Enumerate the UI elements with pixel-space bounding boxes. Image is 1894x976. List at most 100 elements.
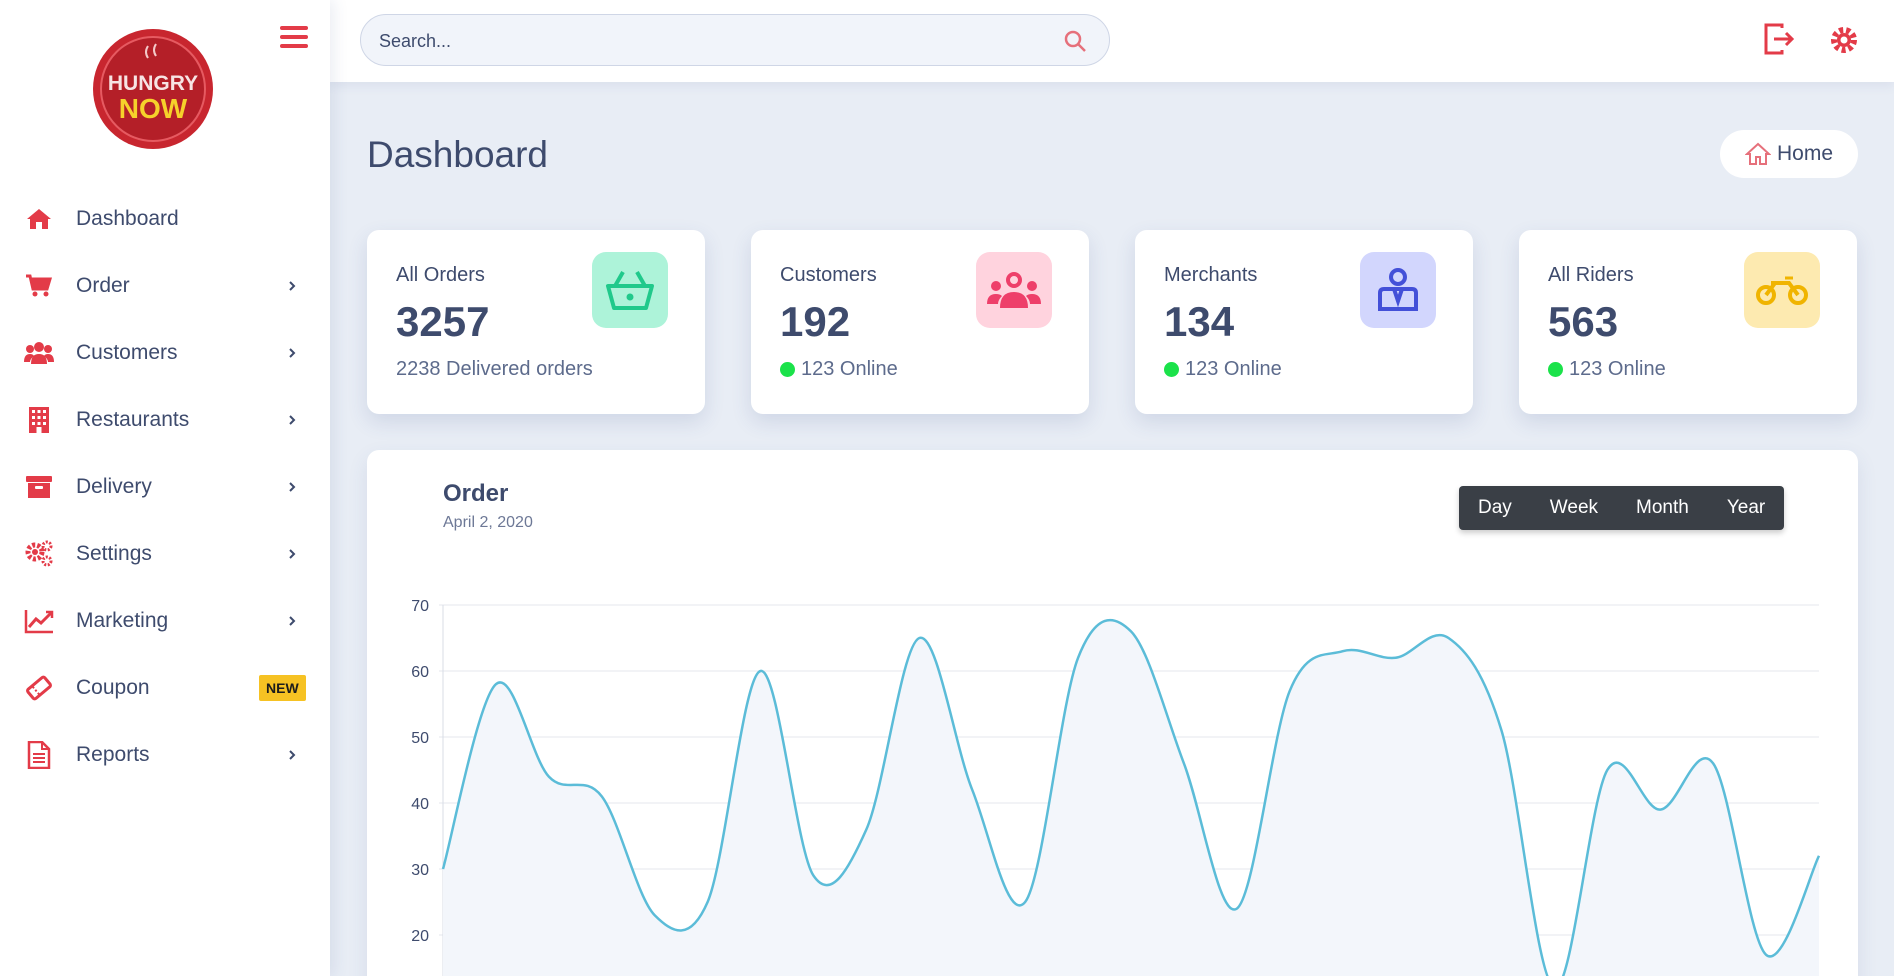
data-point <box>1395 657 1396 658</box>
card-value: 563 <box>1548 298 1619 345</box>
y-tick-label: 40 <box>411 796 429 813</box>
breadcrumb[interactable]: Home <box>1720 130 1858 178</box>
merchant-icon <box>1360 252 1436 328</box>
sidebar-item-marketing[interactable]: Marketing <box>0 587 330 654</box>
data-point <box>1660 809 1661 810</box>
chevron-right-icon <box>289 548 296 559</box>
data-point <box>1819 855 1820 856</box>
sidebar-item-restaurants[interactable]: Restaurants <box>0 386 330 453</box>
cart-icon <box>24 272 54 300</box>
sidebar-item-reports[interactable]: Reports <box>0 721 330 788</box>
card-subtext: 2238 Delivered orders <box>396 358 593 380</box>
sidebar-item-coupon[interactable]: Coupon NEW <box>0 654 330 721</box>
new-badge: NEW <box>259 674 306 701</box>
motorbike-icon <box>1744 252 1820 328</box>
data-point <box>654 915 655 916</box>
breadcrumb-home[interactable]: Home <box>1777 142 1833 166</box>
stat-card-merchants[interactable]: Merchants 134 123 Online <box>1135 230 1473 414</box>
sidebar-item-label: Restaurants <box>76 407 190 431</box>
gear-icon[interactable] <box>1828 24 1860 56</box>
sidebar-item-label: Coupon <box>76 675 150 699</box>
sidebar-item-label: Settings <box>76 541 152 565</box>
data-point <box>1342 651 1343 652</box>
sidebar-item-label: Delivery <box>76 474 152 498</box>
y-tick-label: 30 <box>411 862 429 879</box>
card-subtext: 123 Online <box>1569 358 1666 380</box>
gears-icon <box>24 540 54 568</box>
series-area <box>443 620 1819 976</box>
data-point <box>1183 763 1184 764</box>
card-value: 192 <box>780 298 851 345</box>
chevron-right-icon <box>289 481 296 492</box>
search-input[interactable] <box>379 27 1019 55</box>
card-title: Customers <box>780 264 877 286</box>
data-point <box>1713 763 1714 764</box>
logo-text-bottom: NOW <box>119 93 188 124</box>
card-value: 134 <box>1164 298 1235 345</box>
y-tick-label: 20 <box>411 928 429 945</box>
online-dot <box>1164 362 1179 377</box>
chevron-right-icon <box>289 615 296 626</box>
card-title: Merchants <box>1164 264 1258 286</box>
sidebar-item-delivery[interactable]: Delivery <box>0 453 330 520</box>
logout-icon[interactable] <box>1762 22 1796 56</box>
chevron-right-icon <box>289 414 296 425</box>
data-point <box>1025 902 1026 903</box>
data-point <box>1766 954 1767 955</box>
data-point <box>972 789 973 790</box>
sidebar-item-dashboard[interactable]: Dashboard <box>0 185 330 252</box>
stat-card-riders[interactable]: All Riders 563 123 Online <box>1519 230 1857 414</box>
page-title: Dashboard <box>367 134 549 175</box>
online-dot <box>1548 362 1563 377</box>
sidebar-item-label: Marketing <box>76 608 169 632</box>
sidebar-item-label: Customers <box>76 340 178 364</box>
sidebar-item-order[interactable]: Order <box>0 252 330 319</box>
topbar <box>330 0 1894 82</box>
logo-text-top: HUNGRY <box>108 72 198 95</box>
ticket-icon <box>24 674 54 702</box>
trend-chart-icon <box>24 607 54 635</box>
data-point <box>1289 690 1290 691</box>
sidebar-menu: Dashboard Order Customers Restaurants De… <box>0 185 330 788</box>
data-point <box>866 829 867 830</box>
y-tick-label: 50 <box>411 730 429 747</box>
stat-card-orders[interactable]: All Orders 3257 2238 Delivered orders <box>367 230 705 414</box>
data-point <box>548 776 549 777</box>
sidebar-item-label: Order <box>76 273 130 297</box>
sidebar-item-label: Dashboard <box>76 206 179 230</box>
sidebar-item-settings[interactable]: Settings <box>0 520 330 587</box>
sidebar-item-label: Reports <box>76 742 150 766</box>
card-value: 3257 <box>396 298 490 345</box>
archive-box-icon <box>24 473 54 501</box>
card-title: All Riders <box>1548 264 1634 286</box>
menu-toggle-icon[interactable] <box>280 26 308 50</box>
data-point <box>1078 657 1079 658</box>
sidebar: HUNGRY NOW Dashboard Order Customers Res… <box>0 0 330 976</box>
data-point <box>813 875 814 876</box>
document-icon <box>24 740 54 769</box>
order-line-chart: 20 30 40 50 60 70 <box>411 598 1821 976</box>
data-point <box>919 638 920 639</box>
chevron-right-icon <box>289 280 296 291</box>
data-point <box>1131 631 1132 632</box>
data-point <box>1448 638 1449 639</box>
card-subtext: 123 Online <box>1185 358 1282 380</box>
hungry-now-logo[interactable]: HUNGRY NOW <box>90 26 216 152</box>
data-point <box>1501 730 1502 731</box>
chevron-right-icon <box>289 347 296 358</box>
y-tick-label: 70 <box>411 598 429 615</box>
search-icon[interactable] <box>1063 29 1087 53</box>
data-point <box>495 684 496 685</box>
search-bar[interactable] <box>360 14 1110 66</box>
y-tick-label: 60 <box>411 664 429 681</box>
data-point <box>601 796 602 797</box>
building-icon <box>24 406 54 434</box>
data-point <box>760 671 761 672</box>
data-point <box>443 869 444 870</box>
card-title: All Orders <box>396 264 485 286</box>
chevron-right-icon <box>289 749 296 760</box>
sidebar-item-customers[interactable]: Customers <box>0 319 330 386</box>
group-icon <box>976 252 1052 328</box>
stat-card-customers[interactable]: Customers 192 123 Online <box>751 230 1089 414</box>
basket-icon <box>592 252 668 328</box>
